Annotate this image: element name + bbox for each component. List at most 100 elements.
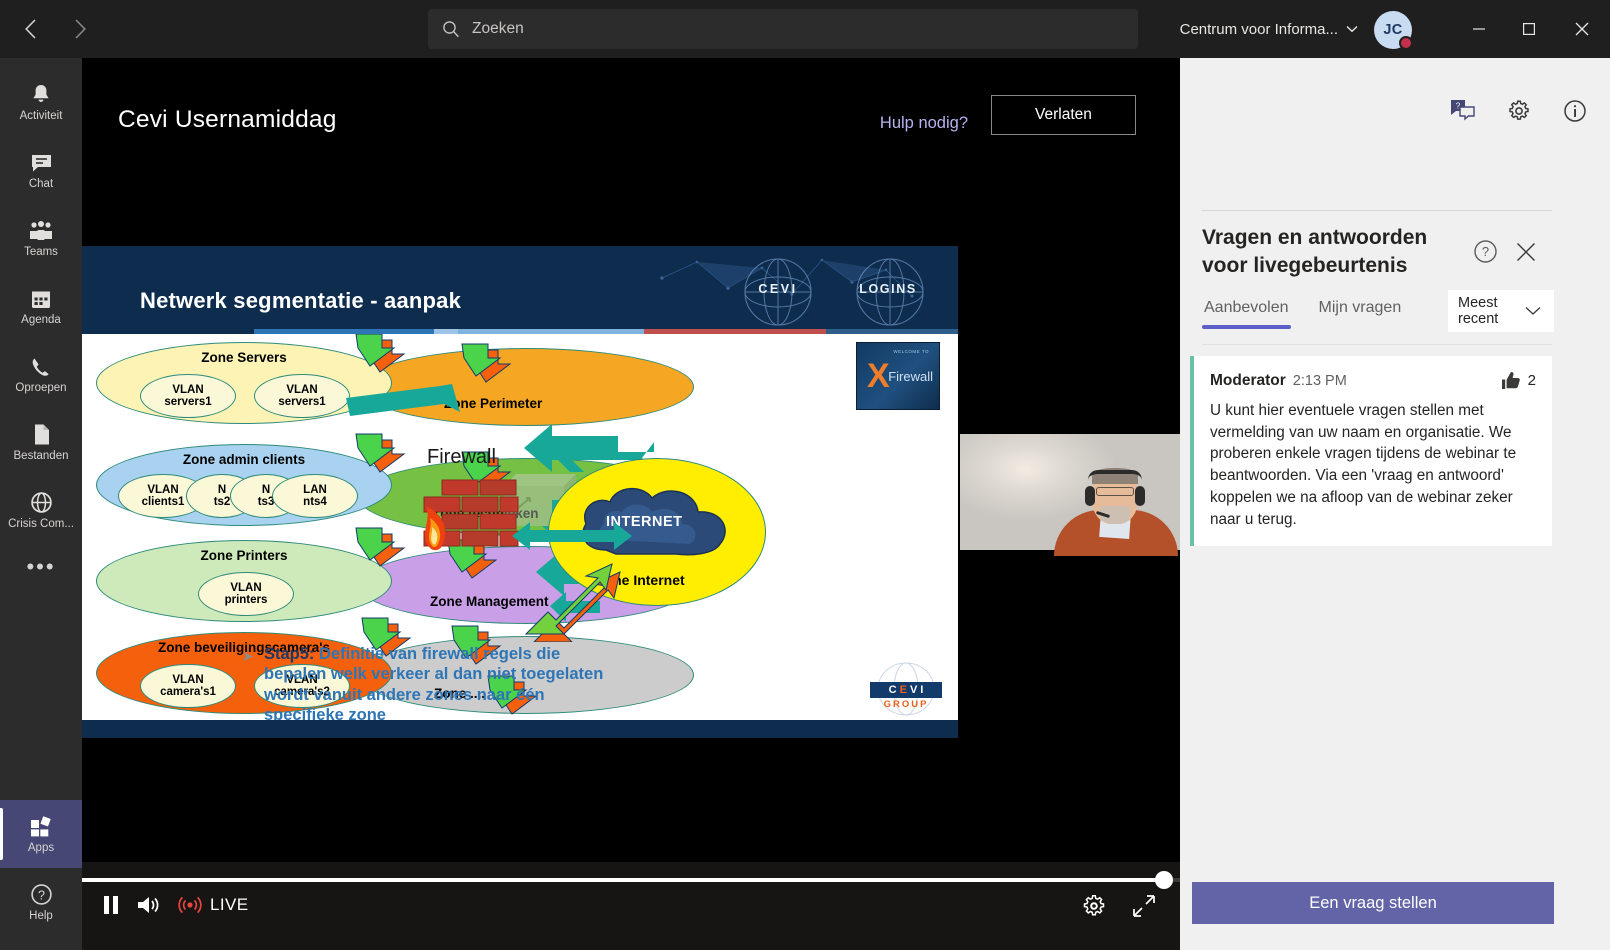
title-bar: Zoeken Centrum voor Informa... JC	[0, 0, 1610, 58]
qa-message-body: U kunt hier eventuele vragen stellen met…	[1210, 402, 1517, 528]
chevron-right-icon	[74, 19, 86, 39]
slide-header: Netwerk segmentatie - aanpak CEVI LOGINS	[82, 246, 958, 334]
sidebar-item-activiteit[interactable]: Activiteit	[0, 68, 82, 136]
vlan-line1: VLAN	[147, 483, 179, 496]
tab-aanbevolen[interactable]: Aanbevolen	[1202, 296, 1291, 329]
tab-mijn-vragen[interactable]: Mijn vragen	[1317, 296, 1404, 329]
account-switcher[interactable]: Centrum voor Informa...	[1180, 0, 1358, 58]
sidebar-item-help[interactable]: ? Help	[0, 868, 82, 936]
progress-bar[interactable]	[82, 871, 1180, 889]
qa-close-button[interactable]	[1514, 240, 1538, 269]
teams-icon	[28, 219, 54, 243]
sidebar-label: Help	[29, 909, 53, 922]
bullet-icon: ➤	[242, 648, 254, 664]
qa-info-button[interactable]	[1562, 98, 1588, 124]
minimize-button[interactable]	[1454, 0, 1504, 58]
teal-arrow-bidirectional	[512, 522, 632, 550]
help-circle-icon: ?	[1474, 240, 1497, 263]
shared-slide: Netwerk segmentatie - aanpak CEVI LOGINS…	[82, 246, 958, 738]
presenter-glasses	[1096, 487, 1134, 496]
svg-text:?: ?	[38, 888, 45, 902]
zone-perimeter-shape	[358, 348, 694, 426]
qa-like-control[interactable]: 2	[1500, 370, 1536, 391]
leave-button[interactable]: Verlaten	[991, 95, 1136, 135]
meeting-title: Cevi Usernamiddag	[118, 106, 337, 133]
close-button[interactable]	[1554, 0, 1610, 58]
sidebar-item-bestanden[interactable]: Bestanden	[0, 408, 82, 476]
vlan-line1: N	[261, 483, 271, 496]
fullscreen-button[interactable]	[1132, 894, 1156, 918]
fw-logo-x: X	[867, 357, 890, 395]
qa-sort-value: Meest recent	[1458, 294, 1499, 327]
player-controls-bar: LIVE	[82, 862, 1180, 950]
zone-perimeter-label: Zone Perimeter	[444, 396, 543, 411]
back-button[interactable]	[12, 11, 48, 47]
zone-printers-label: Zone Printers	[200, 548, 288, 563]
slide-title: Netwerk segmentatie - aanpak	[140, 288, 462, 313]
cevi-logo-box: CEVI	[870, 682, 942, 698]
meeting-stage: Cevi Usernamiddag Hulp nodig? Verlaten N…	[82, 58, 1180, 950]
sidebar-item-apps[interactable]: Apps	[0, 800, 82, 868]
qa-panel-title: Vragen en antwoorden voor livegebeurteni…	[1202, 226, 1428, 277]
chevron-down-icon	[1346, 25, 1358, 33]
vlan-line1: N	[217, 483, 227, 496]
help-link[interactable]: Hulp nodig?	[880, 114, 968, 133]
globe-icon	[30, 491, 53, 515]
qa-divider	[1202, 210, 1552, 211]
firewall-product-thumbnail: WELCOME TO X Firewall	[856, 342, 940, 410]
sidebar-label: Activiteit	[19, 109, 63, 122]
sidebar-label: Teams	[24, 245, 58, 258]
sidebar-item-chat[interactable]: Chat	[0, 136, 82, 204]
zone-servers-shape: Zone Servers	[96, 342, 392, 424]
qa-like-count: 2	[1527, 372, 1536, 389]
sidebar-item-teams[interactable]: Teams	[0, 204, 82, 272]
bell-icon	[30, 83, 52, 107]
sidebar-label: Crisis Com...	[8, 517, 74, 530]
qa-panel-toolbar: ?	[1450, 98, 1588, 124]
headset-band-icon	[1088, 470, 1142, 480]
headset-earcup-right	[1135, 486, 1145, 506]
sidebar-more-button[interactable]: •••	[0, 544, 82, 590]
player-settings-button[interactable]	[1082, 894, 1106, 918]
volume-button[interactable]	[136, 894, 162, 916]
qa-message-header: Moderator 2:13 PM 2	[1210, 370, 1536, 391]
vlan-line1: VLAN	[230, 581, 262, 594]
presence-busy-badge	[1399, 36, 1413, 50]
qa-sort-dropdown[interactable]: Meest recent	[1448, 290, 1554, 332]
fw-welcome-text: WELCOME TO	[893, 349, 929, 354]
presenter-video[interactable]	[960, 428, 1180, 556]
pause-icon	[104, 896, 118, 914]
qa-settings-button[interactable]	[1506, 98, 1532, 124]
player-left-controls: LIVE	[102, 894, 248, 916]
sidebar-item-crisis-com[interactable]: Crisis Com...	[0, 476, 82, 544]
slide-footer-bar	[82, 720, 958, 738]
search-input[interactable]: Zoeken	[428, 9, 1138, 49]
step-label: Stap5:	[264, 645, 315, 663]
pause-button[interactable]	[102, 894, 120, 916]
calendar-icon	[30, 287, 52, 311]
thumbs-up-icon	[1501, 372, 1520, 389]
qa-message-card[interactable]: Moderator 2:13 PM 2 U kunt hier eventuel…	[1190, 356, 1552, 547]
ask-question-button[interactable]: Een vraag stellen	[1192, 882, 1554, 924]
gear-icon	[1509, 100, 1529, 120]
navigation-arrows	[12, 11, 98, 47]
search-icon	[443, 21, 459, 38]
avatar[interactable]: JC	[1374, 11, 1413, 50]
player-right-controls	[1082, 894, 1156, 918]
sidebar-label: Bestanden	[13, 449, 69, 462]
vlan-line2: nts4	[303, 496, 327, 508]
qa-panel: ? Vragen en antwoorden voor livegebeurte…	[1180, 58, 1610, 950]
cevi-logo-text: CEVI	[758, 282, 798, 296]
qa-help-button[interactable]: ?	[1473, 239, 1498, 269]
account-name: Centrum voor Informa...	[1179, 20, 1338, 38]
qa-bubble-icon[interactable]: ?	[1450, 98, 1476, 124]
maximize-button[interactable]	[1504, 0, 1554, 58]
progress-handle[interactable]	[1155, 871, 1173, 889]
sidebar-item-oproepen[interactable]: Oproepen	[0, 340, 82, 408]
sidebar-label: Apps	[27, 841, 55, 854]
progress-fill	[82, 878, 1162, 882]
forward-button[interactable]	[62, 11, 98, 47]
vlan-servers1-a: VLAN servers1	[140, 374, 236, 418]
vlan-line1: VLAN	[172, 673, 204, 686]
sidebar-item-agenda[interactable]: Agenda	[0, 272, 82, 340]
